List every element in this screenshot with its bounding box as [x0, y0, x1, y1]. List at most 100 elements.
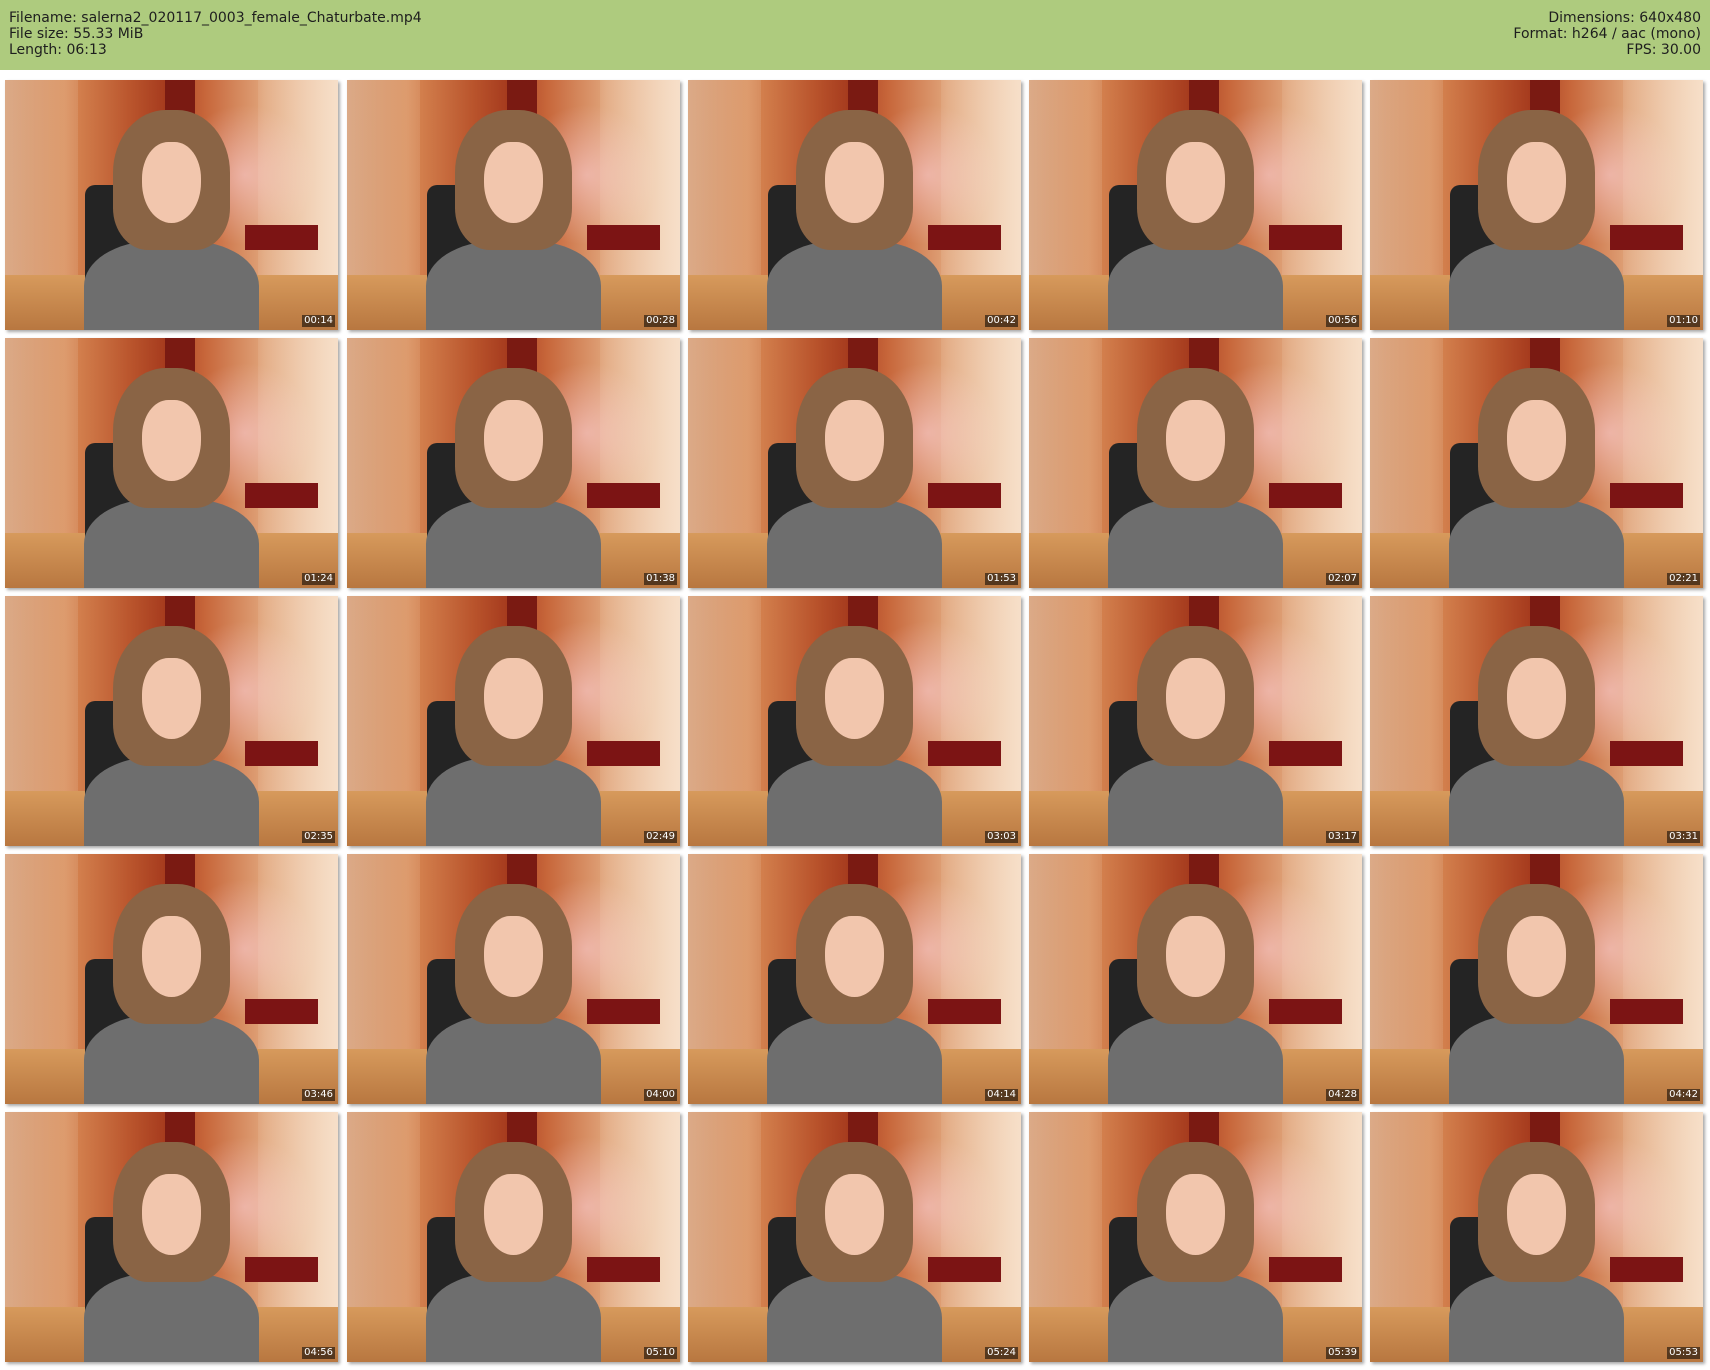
video-thumbnail: 04:42 — [1370, 854, 1703, 1104]
video-thumbnail: 03:03 — [688, 596, 1021, 846]
side-table — [927, 1257, 1002, 1282]
video-thumbnail: 00:14 — [5, 80, 338, 330]
side-table — [244, 741, 319, 766]
thumbnail-timestamp: 05:39 — [1326, 1347, 1359, 1359]
person-figure — [1107, 1142, 1284, 1362]
thumbnail-timestamp: 04:56 — [302, 1347, 335, 1359]
dimensions-text: Dimensions: 640x480 — [1548, 10, 1701, 26]
person-face — [1507, 399, 1566, 481]
info-header: Filename: salerna2_020117_0003_female_Ch… — [0, 0, 1710, 70]
person-figure — [1448, 1142, 1625, 1362]
video-thumbnail: 05:53 — [1370, 1112, 1703, 1362]
thumbnail-timestamp: 02:07 — [1326, 573, 1359, 585]
person-figure — [766, 110, 943, 330]
person-torso — [425, 498, 602, 588]
thumbnail-timestamp: 02:35 — [302, 831, 335, 843]
person-torso — [1448, 498, 1625, 588]
person-figure — [1107, 110, 1284, 330]
side-table — [1268, 1257, 1343, 1282]
person-face — [825, 399, 884, 481]
side-table — [1268, 225, 1343, 250]
person-torso — [83, 756, 260, 846]
thumbnail-timestamp: 05:10 — [644, 1347, 677, 1359]
person-figure — [1448, 368, 1625, 588]
side-table — [927, 741, 1002, 766]
person-figure — [1448, 884, 1625, 1104]
person-torso — [83, 240, 260, 330]
thumbnail-timestamp: 00:42 — [985, 315, 1018, 327]
person-figure — [83, 1142, 260, 1362]
person-torso — [425, 240, 602, 330]
video-thumbnail: 05:39 — [1029, 1112, 1362, 1362]
person-torso — [83, 498, 260, 588]
person-torso — [766, 1014, 943, 1104]
person-torso — [1107, 240, 1284, 330]
person-figure — [425, 626, 602, 846]
side-table — [244, 225, 319, 250]
person-figure — [1107, 884, 1284, 1104]
person-face — [142, 141, 201, 223]
video-thumbnail: 04:28 — [1029, 854, 1362, 1104]
length-text: Length: 06:13 — [9, 42, 107, 58]
person-torso — [766, 240, 943, 330]
person-torso — [1107, 1272, 1284, 1362]
side-table — [586, 1257, 661, 1282]
thumbnail-timestamp: 04:28 — [1326, 1089, 1359, 1101]
person-face — [1507, 657, 1566, 739]
side-table — [927, 225, 1002, 250]
video-thumbnail: 05:24 — [688, 1112, 1021, 1362]
person-face — [1507, 141, 1566, 223]
video-thumbnail: 02:21 — [1370, 338, 1703, 588]
person-face — [1166, 657, 1225, 739]
person-torso — [1107, 756, 1284, 846]
person-face — [1166, 141, 1225, 223]
person-face — [142, 399, 201, 481]
side-table — [1609, 225, 1684, 250]
person-figure — [425, 368, 602, 588]
person-figure — [425, 1142, 602, 1362]
person-torso — [1107, 498, 1284, 588]
side-table — [1268, 741, 1343, 766]
person-figure — [1448, 626, 1625, 846]
video-thumbnail: 03:31 — [1370, 596, 1703, 846]
person-face — [484, 1173, 543, 1255]
side-table — [586, 741, 661, 766]
person-face — [825, 141, 884, 223]
side-table — [244, 999, 319, 1024]
thumbnail-timestamp: 03:31 — [1667, 831, 1700, 843]
person-figure — [83, 626, 260, 846]
side-table — [586, 999, 661, 1024]
thumbnail-timestamp: 04:42 — [1667, 1089, 1700, 1101]
thumbnail-timestamp: 01:53 — [985, 573, 1018, 585]
thumbnail-timestamp: 02:21 — [1667, 573, 1700, 585]
video-thumbnail: 03:17 — [1029, 596, 1362, 846]
filesize-text: File size: 55.33 MiB — [9, 26, 144, 42]
person-figure — [1448, 110, 1625, 330]
video-thumbnail: 02:49 — [347, 596, 680, 846]
side-table — [927, 483, 1002, 508]
video-thumbnail: 04:14 — [688, 854, 1021, 1104]
person-torso — [83, 1014, 260, 1104]
video-thumbnail: 01:38 — [347, 338, 680, 588]
person-figure — [425, 884, 602, 1104]
person-figure — [766, 626, 943, 846]
side-table — [244, 483, 319, 508]
side-table — [1609, 741, 1684, 766]
thumbnail-timestamp: 00:28 — [644, 315, 677, 327]
person-face — [142, 915, 201, 997]
person-torso — [1448, 1014, 1625, 1104]
video-thumbnail: 00:56 — [1029, 80, 1362, 330]
side-table — [586, 483, 661, 508]
thumbnail-timestamp: 04:14 — [985, 1089, 1018, 1101]
person-figure — [766, 368, 943, 588]
person-figure — [1107, 368, 1284, 588]
thumbnail-timestamp: 00:14 — [302, 315, 335, 327]
person-torso — [766, 498, 943, 588]
side-table — [927, 999, 1002, 1024]
video-thumbnail: 01:53 — [688, 338, 1021, 588]
person-face — [484, 399, 543, 481]
person-torso — [1448, 240, 1625, 330]
side-table — [244, 1257, 319, 1282]
thumbnail-timestamp: 05:24 — [985, 1347, 1018, 1359]
video-thumbnail: 03:46 — [5, 854, 338, 1104]
